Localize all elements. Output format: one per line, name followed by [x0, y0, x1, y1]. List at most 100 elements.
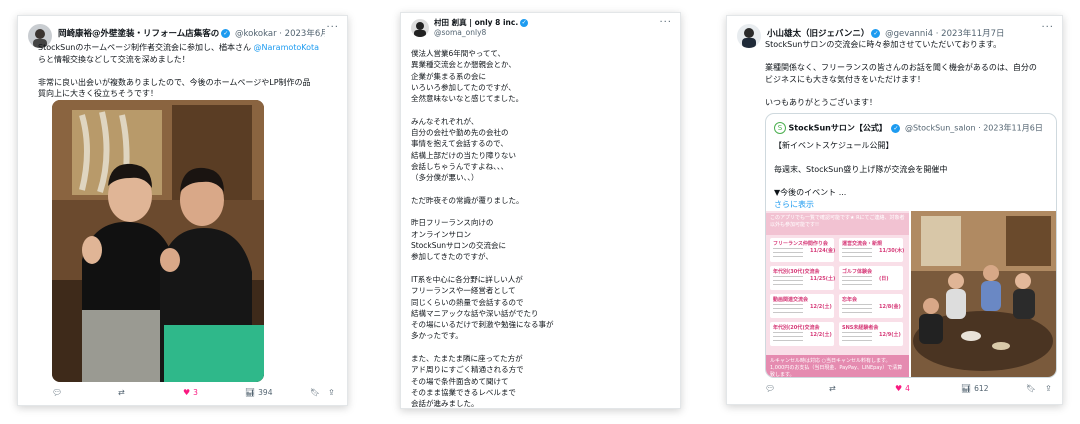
tweet-card-okazaki[interactable]: 岡崎康裕@外壁塗装・リフォーム店集客の✓ @kokokar · 2023年6月2… [17, 15, 348, 406]
views-button[interactable]: 📊︎ 394 [245, 388, 272, 397]
schedule-item: フリーランス仲間作り会 11/24(金) [770, 238, 836, 262]
retweet-button[interactable]: ⇄ [829, 384, 836, 393]
tweet-card-koyama[interactable]: 小山雄太（旧ジェバンニ） ✓ @gevanni4 · 2023年11月7日 ···… [726, 15, 1063, 405]
quoted-author[interactable]: StockSunサロン【公式】 [789, 124, 887, 133]
tweet-text: StockSunサロンの交流会に時々参加させていただいております。 業種関係なく… [765, 40, 1037, 107]
tweet-text: StockSunのホームページ制作者交流会に参加し、楢本さん @Naramoto… [38, 42, 338, 100]
reply-icon: 💬︎ [765, 384, 776, 393]
author-handle[interactable]: @gevanni4 [885, 29, 933, 39]
tweet-text-part: らと情報交換などして交流を深めました！ 非常に良い出会いが複数ありましたので、今… [38, 54, 311, 99]
quoted-header: S StockSunサロン【公式】 ✓ @StockSun_salon · 20… [774, 122, 1043, 134]
quoted-text-body: 【新イベントスケジュール公開】 毎週末、StockSun盛り上げ隊が交流会を開催… [774, 141, 948, 198]
avatar[interactable] [737, 24, 761, 48]
schedule-item-title: SNS未経験者会 [842, 325, 879, 331]
verified-icon: ✓ [520, 19, 529, 27]
like-button[interactable]: ♥ 4 [895, 384, 910, 393]
schedule-item-title: 運営交流会・新規 [842, 241, 883, 247]
retweet-icon: ⇄ [829, 384, 836, 393]
schedule-item-line [842, 304, 872, 305]
schedule-item: 動画関連交流会 12/2(土) [770, 294, 834, 318]
verified-icon: ✓ [221, 29, 231, 38]
schedule-item-line [773, 304, 803, 305]
schedule-item-date: 12/2(土) [810, 332, 832, 338]
like-button[interactable]: ♥ 3 [183, 388, 198, 397]
schedule-item-line [842, 336, 872, 337]
schedule-image[interactable]: このアプリでも一覧で確認可能です★ Rにてご連絡、対象者以外も参加可能です!! … [766, 211, 909, 377]
quoted-text: 【新イベントスケジュール公開】 毎週末、StockSun盛り上げ隊が交流会を開催… [774, 140, 947, 211]
views-icon: 📊︎ [961, 384, 972, 393]
schedule-item-line [842, 332, 872, 333]
tweet-card-murata[interactable]: 村田 創真 | only 8 inc. ✓ @soma_only8 ··· 僕法人… [400, 12, 681, 409]
like-count: 4 [905, 384, 910, 393]
views-button[interactable]: 📊︎ 612 [961, 384, 988, 393]
author-name[interactable]: 村田 創真 | only 8 inc. [434, 18, 518, 27]
schedule-bottom-banner: ルキャンセル時は対応 ○当日キャンセル料有します。 1,000円のお支払（当日現… [766, 355, 909, 377]
schedule-item: 年代別(20代)交流会 12/2(土) [770, 322, 834, 346]
schedule-item-date: 11/24(金) [810, 248, 836, 254]
author-name[interactable]: 岡崎康裕@外壁塗装・リフォーム店集客の [58, 29, 219, 39]
schedule-item-title: 忘年会 [842, 297, 858, 303]
views-icon: 📊︎ [245, 388, 256, 397]
retweet-button[interactable]: ⇄ [118, 388, 125, 397]
schedule-item-line [773, 248, 803, 249]
bookmark-button[interactable]: 🔖︎ [310, 388, 320, 397]
schedule-item-date: 12/2(土) [810, 304, 832, 310]
schedule-item-date: 12/8(金) [879, 304, 901, 310]
schedule-item-line [773, 308, 803, 309]
schedule-item-line [773, 276, 803, 277]
tweet-actions: 💬︎ ⇄ ♥ 3 📊︎ 394 🔖︎ ⇪ [18, 388, 347, 404]
schedule-item: SNS未経験者会 12/9(土) [839, 322, 903, 346]
avatar[interactable] [411, 19, 429, 37]
schedule-item-line [773, 256, 803, 257]
schedule-item: 年代別(30代)交流会 11/25(土) [770, 266, 835, 290]
tweet-text-part: StockSunのホームページ制作者交流会に参加し、楢本さん [38, 43, 254, 52]
schedule-item-line [842, 312, 872, 313]
schedule-item: ゴルフ体験会 (日) [839, 266, 903, 290]
like-count: 3 [193, 388, 198, 397]
schedule-item-line [842, 340, 872, 341]
share-icon: ⇪ [1045, 384, 1052, 393]
share-button[interactable]: ⇪ [1045, 384, 1052, 393]
event-photo[interactable] [911, 211, 1056, 377]
tweet-date[interactable]: · 2023年11月7日 [936, 29, 1005, 39]
more-options-icon[interactable]: ··· [659, 17, 672, 28]
schedule-item-line [773, 312, 803, 313]
bookmark-icon: 🔖︎ [1026, 384, 1037, 393]
share-button[interactable]: ⇪ [328, 388, 335, 397]
tweet-header: 村田 創真 | only 8 inc. ✓ @soma_only8 ··· [411, 17, 672, 45]
schedule-item-line [773, 332, 803, 333]
tweet-date[interactable]: · 2023年6月26日 [279, 29, 325, 39]
author-handle[interactable]: @kokokar [235, 29, 277, 39]
schedule-item-line [773, 280, 803, 281]
quoted-handle[interactable]: @StockSun_salon [905, 124, 976, 133]
schedule-item-date: (日) [879, 276, 889, 282]
author-handle[interactable]: @soma_only8 [434, 28, 658, 38]
reply-button[interactable]: 💬︎ [765, 384, 775, 393]
reply-button[interactable]: 💬︎ [52, 388, 62, 397]
schedule-item-line [842, 276, 872, 277]
tweet-photo[interactable] [52, 100, 264, 382]
schedule-item-date: 11/30(木) [879, 248, 905, 254]
schedule-item: 運営交流会・新規 11/30(木) [839, 238, 905, 262]
schedule-item-line [842, 252, 872, 253]
more-options-icon[interactable]: ··· [1041, 22, 1054, 33]
schedule-item-title: フリーランス仲間作り会 [773, 241, 828, 247]
schedule-item-date: 12/9(土) [879, 332, 901, 338]
schedule-item-line [773, 284, 803, 285]
schedule-item-line [842, 248, 872, 249]
schedule-item-line [773, 336, 803, 337]
show-more-link[interactable]: さらに表示 [774, 200, 814, 209]
schedule-item-title: ゴルフ体験会 [842, 269, 873, 275]
bookmark-button[interactable]: 🔖︎ [1026, 384, 1036, 393]
mention-link[interactable]: @NaramotoKota [254, 43, 320, 52]
schedule-item-line [842, 308, 872, 309]
more-options-icon[interactable]: ··· [326, 22, 339, 33]
verified-icon: ✓ [891, 123, 901, 133]
author-name[interactable]: 小山雄太（旧ジェバンニ） [767, 29, 869, 39]
quoted-tweet[interactable]: S StockSunサロン【公式】 ✓ @StockSun_salon · 20… [765, 113, 1057, 378]
view-count: 612 [974, 384, 989, 393]
share-icon: ⇪ [328, 388, 335, 397]
tweet-actions: 💬︎ ⇄ ♥ 4 📊︎ 612 🔖︎ ⇪ [727, 384, 1062, 400]
tweet-text: 僕法人営業6年間やってて、 異業種交流会とか懇親会とか、 企業が集まる系の会に … [411, 49, 554, 409]
quoted-date[interactable]: · 2023年11月6日 [978, 124, 1043, 133]
